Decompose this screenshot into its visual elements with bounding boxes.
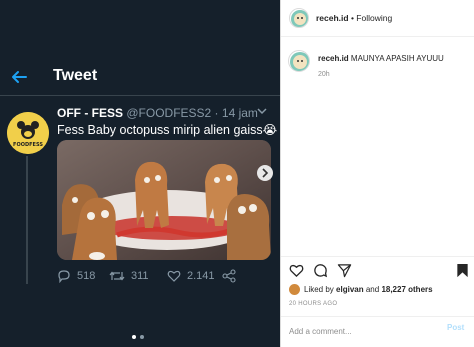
retweet-action[interactable]: 311 (109, 268, 149, 284)
post-comment-button[interactable]: Post (447, 323, 464, 332)
tweet-actions: 518 311 2.141 (57, 268, 257, 284)
tweet-header: Tweet (0, 60, 280, 96)
svg-text:FOODFESS: FOODFESS (13, 142, 43, 148)
heart-icon[interactable] (289, 263, 304, 278)
divider (281, 316, 474, 317)
post-caption: receh.id MAUNYA APASIH AYUUU (318, 54, 444, 63)
tweet-meta: OFF - FESS @FOODFESS2 · 14 jam (57, 106, 258, 120)
post-header: receh.id • Following (281, 0, 474, 37)
liked-by: Liked by elgivan and 18,227 others (289, 284, 433, 295)
carousel-dots (132, 335, 152, 341)
following-label[interactable]: • Following (349, 13, 392, 23)
liked-by-mid: and (365, 285, 380, 294)
heart-icon (167, 270, 181, 282)
caption-time: 20h (318, 71, 330, 78)
header-avatar[interactable] (289, 8, 309, 28)
header-user: receh.id • Following (316, 13, 392, 23)
tweet-text: Fess Baby octopuss mirip alien gaiss😭 (57, 123, 278, 137)
foodfess-avatar[interactable]: FOODFESS (7, 112, 49, 154)
photo-next-button[interactable] (257, 165, 273, 181)
carousel-dot[interactable] (140, 335, 144, 339)
share-action[interactable] (222, 268, 242, 284)
receh-logo-icon (291, 10, 308, 27)
reply-action[interactable]: 518 (57, 268, 95, 284)
meta-separator: · (211, 106, 222, 120)
caption-avatar[interactable] (288, 50, 310, 72)
tweet-page-title: Tweet (53, 67, 98, 84)
tweet-screenshot: Tweet FOODFESS OFF - FESS @FOODFESS2 · 1… (0, 0, 280, 347)
caption-text: MAUNYA APASIH AYUUU (350, 54, 444, 63)
send-icon[interactable] (337, 263, 352, 278)
tweet-photo[interactable] (57, 140, 271, 260)
tweet-time[interactable]: 14 jam (222, 106, 258, 120)
comment-input[interactable] (289, 324, 439, 338)
like-action[interactable]: 2.141 (167, 268, 215, 284)
foodfess-logo-icon: FOODFESS (7, 112, 49, 154)
back-arrow-icon[interactable] (10, 68, 28, 86)
retweet-count: 311 (131, 270, 149, 282)
chevron-right-icon (262, 168, 269, 178)
receh-logo-icon (290, 52, 309, 71)
liked-by-prefix: Liked by (304, 285, 334, 294)
share-icon (222, 269, 236, 283)
reply-icon (58, 270, 70, 283)
like-count: 2.141 (187, 270, 215, 282)
instagram-sidebar: receh.id • Following receh.id MAUNYA APA… (280, 0, 474, 347)
post-actions (289, 263, 469, 279)
reply-count: 518 (77, 270, 96, 282)
chevron-down-icon[interactable] (256, 106, 268, 116)
retweet-icon (109, 271, 125, 281)
bookmark-icon[interactable] (455, 263, 470, 278)
tweet-author-name[interactable]: OFF - FESS (57, 106, 123, 120)
header-username[interactable]: receh.id (316, 13, 349, 23)
caption-username[interactable]: receh.id (318, 54, 349, 63)
thread-line (26, 156, 28, 284)
tweet-author-handle[interactable]: @FOODFESS2 (126, 106, 211, 120)
baby-octopus-photo (57, 140, 271, 260)
post-date[interactable]: 20 HOURS AGO (289, 301, 337, 307)
carousel-dot-active[interactable] (132, 335, 136, 339)
liked-by-user[interactable]: elgivan (336, 285, 364, 294)
liker-avatar[interactable] (289, 284, 300, 295)
liked-by-others[interactable]: 18,227 others (381, 285, 432, 294)
comment-icon[interactable] (313, 263, 328, 278)
divider (281, 256, 474, 257)
